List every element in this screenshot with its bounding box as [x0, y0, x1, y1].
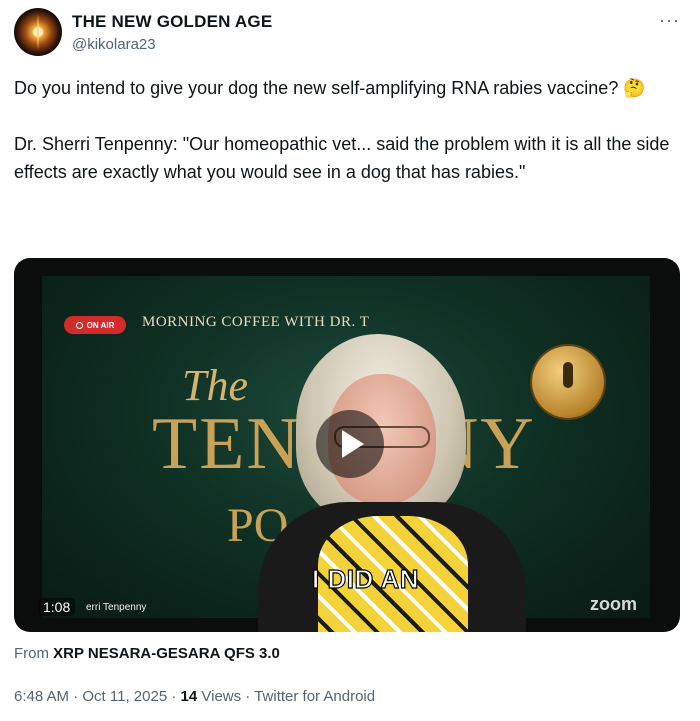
author-name[interactable]: THE NEW GOLDEN AGE — [72, 12, 272, 32]
show-title: MORNING COFFEE WITH DR. T — [142, 314, 370, 330]
author-handle[interactable]: @kikolara23 — [72, 36, 156, 53]
video-player[interactable]: ON AIR MORNING COFFEE WITH DR. T The TEN… — [14, 258, 680, 632]
more-options-icon[interactable]: ··· — [659, 10, 680, 31]
lower-third-name: erri Tenpenny — [86, 602, 147, 613]
client-name[interactable]: Twitter for Android — [254, 688, 375, 705]
video-duration: 1:08 — [38, 598, 76, 616]
source-prefix: From — [14, 645, 49, 662]
tweet-header: THE NEW GOLDEN AGE @kikolara23 ··· — [14, 8, 686, 60]
thinking-emoji: 🤔 — [623, 78, 646, 98]
on-air-label: ON AIR — [86, 320, 115, 330]
tweet-text: Do you intend to give your dog the new s… — [14, 74, 674, 186]
separator: · — [245, 688, 251, 705]
tweet-line-1: Do you intend to give your dog the new s… — [14, 78, 619, 98]
source-name[interactable]: XRP NESARA-GESARA QFS 3.0 — [53, 645, 280, 662]
microphone-icon — [532, 346, 604, 418]
views-count: 14 — [180, 688, 198, 705]
separator: · — [73, 688, 79, 705]
play-icon — [342, 430, 364, 458]
avatar[interactable] — [14, 8, 62, 56]
tweet-date[interactable]: Oct 11, 2025 — [82, 688, 167, 705]
tweet-meta: 6:48 AM · Oct 11, 2025 · 14 Views · Twit… — [14, 688, 375, 705]
source-attribution: From XRP NESARA-GESARA QFS 3.0 — [14, 645, 280, 662]
zoom-watermark: zoom — [590, 594, 637, 614]
tweet-quote: Dr. Sherri Tenpenny: "Our homeopathic ve… — [14, 134, 675, 182]
tweet-time[interactable]: 6:48 AM — [14, 688, 69, 705]
play-button[interactable] — [316, 410, 384, 478]
video-caption: I DID AN — [311, 563, 420, 594]
views-label: Views — [201, 688, 242, 705]
record-icon — [75, 321, 83, 329]
on-air-badge: ON AIR — [64, 316, 126, 334]
separator: · — [171, 688, 177, 705]
